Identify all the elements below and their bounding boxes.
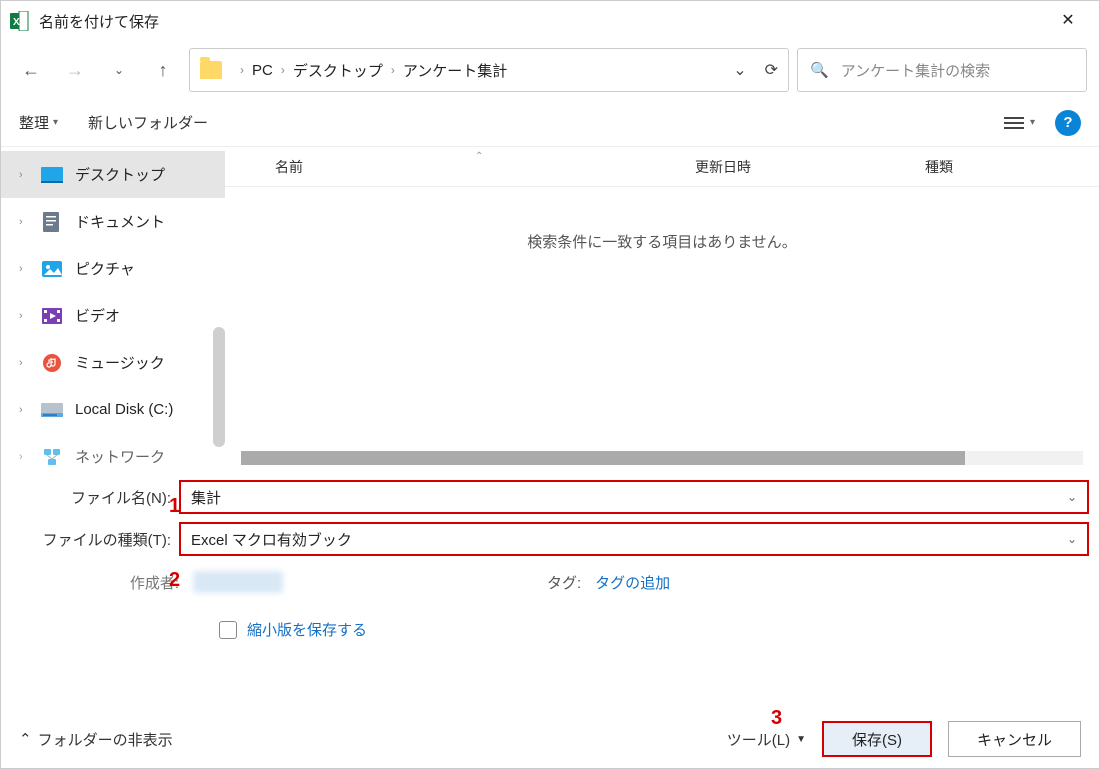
author-label: 作成者: <box>1 572 179 593</box>
column-header-row: 名前 ⌃ 更新日時 種類 <box>225 147 1099 187</box>
title-bar: X 名前を付けて保存 ✕ <box>1 1 1099 41</box>
sidebar-item-music[interactable]: › ミュージック <box>1 339 225 386</box>
svg-text:X: X <box>13 17 20 28</box>
save-thumbnail-label[interactable]: 縮小版を保存する <box>247 619 367 640</box>
filename-input[interactable]: 集計 ⌄ <box>179 480 1089 514</box>
body: › デスクトップ › ドキュメント › ピクチャ › ビデオ › ミュージック … <box>1 147 1099 471</box>
videos-icon <box>41 307 63 325</box>
file-list: 名前 ⌃ 更新日時 種類 検索条件に一致する項目はありません。 <box>225 147 1099 471</box>
chevron-right-icon: › <box>19 451 29 463</box>
network-icon <box>41 448 63 466</box>
search-placeholder: アンケート集計の検索 <box>841 60 990 81</box>
sidebar-item-desktop[interactable]: › デスクトップ <box>1 151 225 198</box>
close-button[interactable]: ✕ <box>1045 1 1091 41</box>
save-button[interactable]: 保存(S) <box>822 721 932 757</box>
chevron-down-icon[interactable]: ⌄ <box>1067 490 1077 504</box>
add-tag-link[interactable]: タグの追加 <box>595 572 670 593</box>
sidebar-item-network[interactable]: › ネットワーク <box>1 433 225 480</box>
up-button[interactable]: ↑ <box>145 52 181 88</box>
filetype-select[interactable]: Excel マクロ有効ブック ⌄ <box>179 522 1089 556</box>
annotation-2: 2 <box>169 569 180 592</box>
refresh-button[interactable]: ⟳ <box>765 60 778 80</box>
chevron-right-icon: › <box>19 357 29 369</box>
sidebar-label: ミュージック <box>75 352 165 373</box>
window-title: 名前を付けて保存 <box>39 11 1045 32</box>
filename-label: ファイル名(N): <box>1 487 179 508</box>
breadcrumb-folder[interactable]: アンケート集計 <box>403 60 507 81</box>
author-value[interactable] <box>193 571 283 593</box>
filetype-label: ファイルの種類(T): <box>1 529 179 550</box>
horizontal-scrollbar[interactable] <box>241 451 1083 465</box>
music-icon <box>41 354 63 372</box>
search-icon: 🔍 <box>810 61 829 79</box>
address-dropdown[interactable]: ⌄ <box>733 60 746 80</box>
annotation-1: 1 <box>169 495 180 518</box>
annotation-3: 3 <box>771 707 782 730</box>
back-button[interactable]: ← <box>13 52 49 88</box>
sidebar-item-localdisk[interactable]: › Local Disk (C:) <box>1 386 225 433</box>
sidebar-label: Local Disk (C:) <box>75 401 173 418</box>
help-button[interactable]: ? <box>1055 110 1081 136</box>
bottom-bar: ⌃ フォルダーの非表示 ツール(L) ▼ 保存(S) キャンセル <box>1 710 1099 768</box>
chevron-right-icon: › <box>19 310 29 322</box>
chevron-right-icon: › <box>240 63 244 77</box>
sidebar-label: ネットワーク <box>75 446 165 467</box>
address-bar[interactable]: › PC › デスクトップ › アンケート集計 ⌄ ⟳ <box>189 48 789 92</box>
tag-label: タグ: <box>547 572 581 593</box>
column-date[interactable]: 更新日時 <box>695 157 925 177</box>
chevron-right-icon: › <box>19 263 29 275</box>
chevron-right-icon: › <box>391 63 395 77</box>
sidebar: › デスクトップ › ドキュメント › ピクチャ › ビデオ › ミュージック … <box>1 147 225 471</box>
sidebar-label: ドキュメント <box>75 211 165 232</box>
folder-icon <box>200 61 222 79</box>
cancel-button[interactable]: キャンセル <box>948 721 1081 757</box>
recent-dropdown[interactable]: ⌄ <box>101 52 137 88</box>
sidebar-item-videos[interactable]: › ビデオ <box>1 292 225 339</box>
pictures-icon <box>41 260 63 278</box>
sidebar-scrollbar[interactable] <box>213 327 225 447</box>
breadcrumb-desktop[interactable]: デスクトップ <box>293 60 383 81</box>
save-thumbnail-checkbox[interactable] <box>219 621 237 639</box>
toolbar: 整理▾ 新しいフォルダー ▾ ? <box>1 99 1099 147</box>
sort-indicator-icon: ⌃ <box>475 151 483 162</box>
chevron-right-icon: › <box>281 63 285 77</box>
drive-icon <box>41 401 63 419</box>
chevron-down-icon[interactable]: ⌄ <box>1067 532 1077 546</box>
column-type[interactable]: 種類 <box>925 157 953 177</box>
search-input[interactable]: 🔍 アンケート集計の検索 <box>797 48 1087 92</box>
desktop-icon <box>41 166 63 184</box>
view-mode-button[interactable]: ▾ <box>1004 117 1035 129</box>
chevron-right-icon: › <box>19 216 29 228</box>
sidebar-label: デスクトップ <box>75 164 165 185</box>
chevron-up-icon: ⌃ <box>19 730 32 748</box>
document-icon <box>41 213 63 231</box>
sidebar-item-documents[interactable]: › ドキュメント <box>1 198 225 245</box>
sidebar-item-pictures[interactable]: › ピクチャ <box>1 245 225 292</box>
breadcrumb-pc[interactable]: PC <box>252 62 273 79</box>
organize-menu[interactable]: 整理▾ <box>19 112 58 133</box>
list-view-icon <box>1004 117 1024 129</box>
sidebar-label: ビデオ <box>75 305 120 326</box>
forward-button[interactable]: → <box>57 52 93 88</box>
column-name[interactable]: 名前 ⌃ <box>275 157 695 177</box>
save-form: ファイル名(N): 集計 ⌄ ファイルの種類(T): Excel マクロ有効ブッ… <box>1 471 1099 640</box>
hide-folders-button[interactable]: ⌃ フォルダーの非表示 <box>19 729 173 750</box>
excel-icon: X <box>9 11 29 31</box>
nav-row: ← → ⌄ ↑ › PC › デスクトップ › アンケート集計 ⌄ ⟳ 🔍 アン… <box>1 41 1099 99</box>
empty-message: 検索条件に一致する項目はありません。 <box>225 231 1099 252</box>
sidebar-label: ピクチャ <box>75 258 135 279</box>
new-folder-button[interactable]: 新しいフォルダー <box>88 112 208 133</box>
chevron-right-icon: › <box>19 169 29 181</box>
chevron-right-icon: › <box>19 404 29 416</box>
tools-menu[interactable]: ツール(L) ▼ <box>727 729 806 750</box>
